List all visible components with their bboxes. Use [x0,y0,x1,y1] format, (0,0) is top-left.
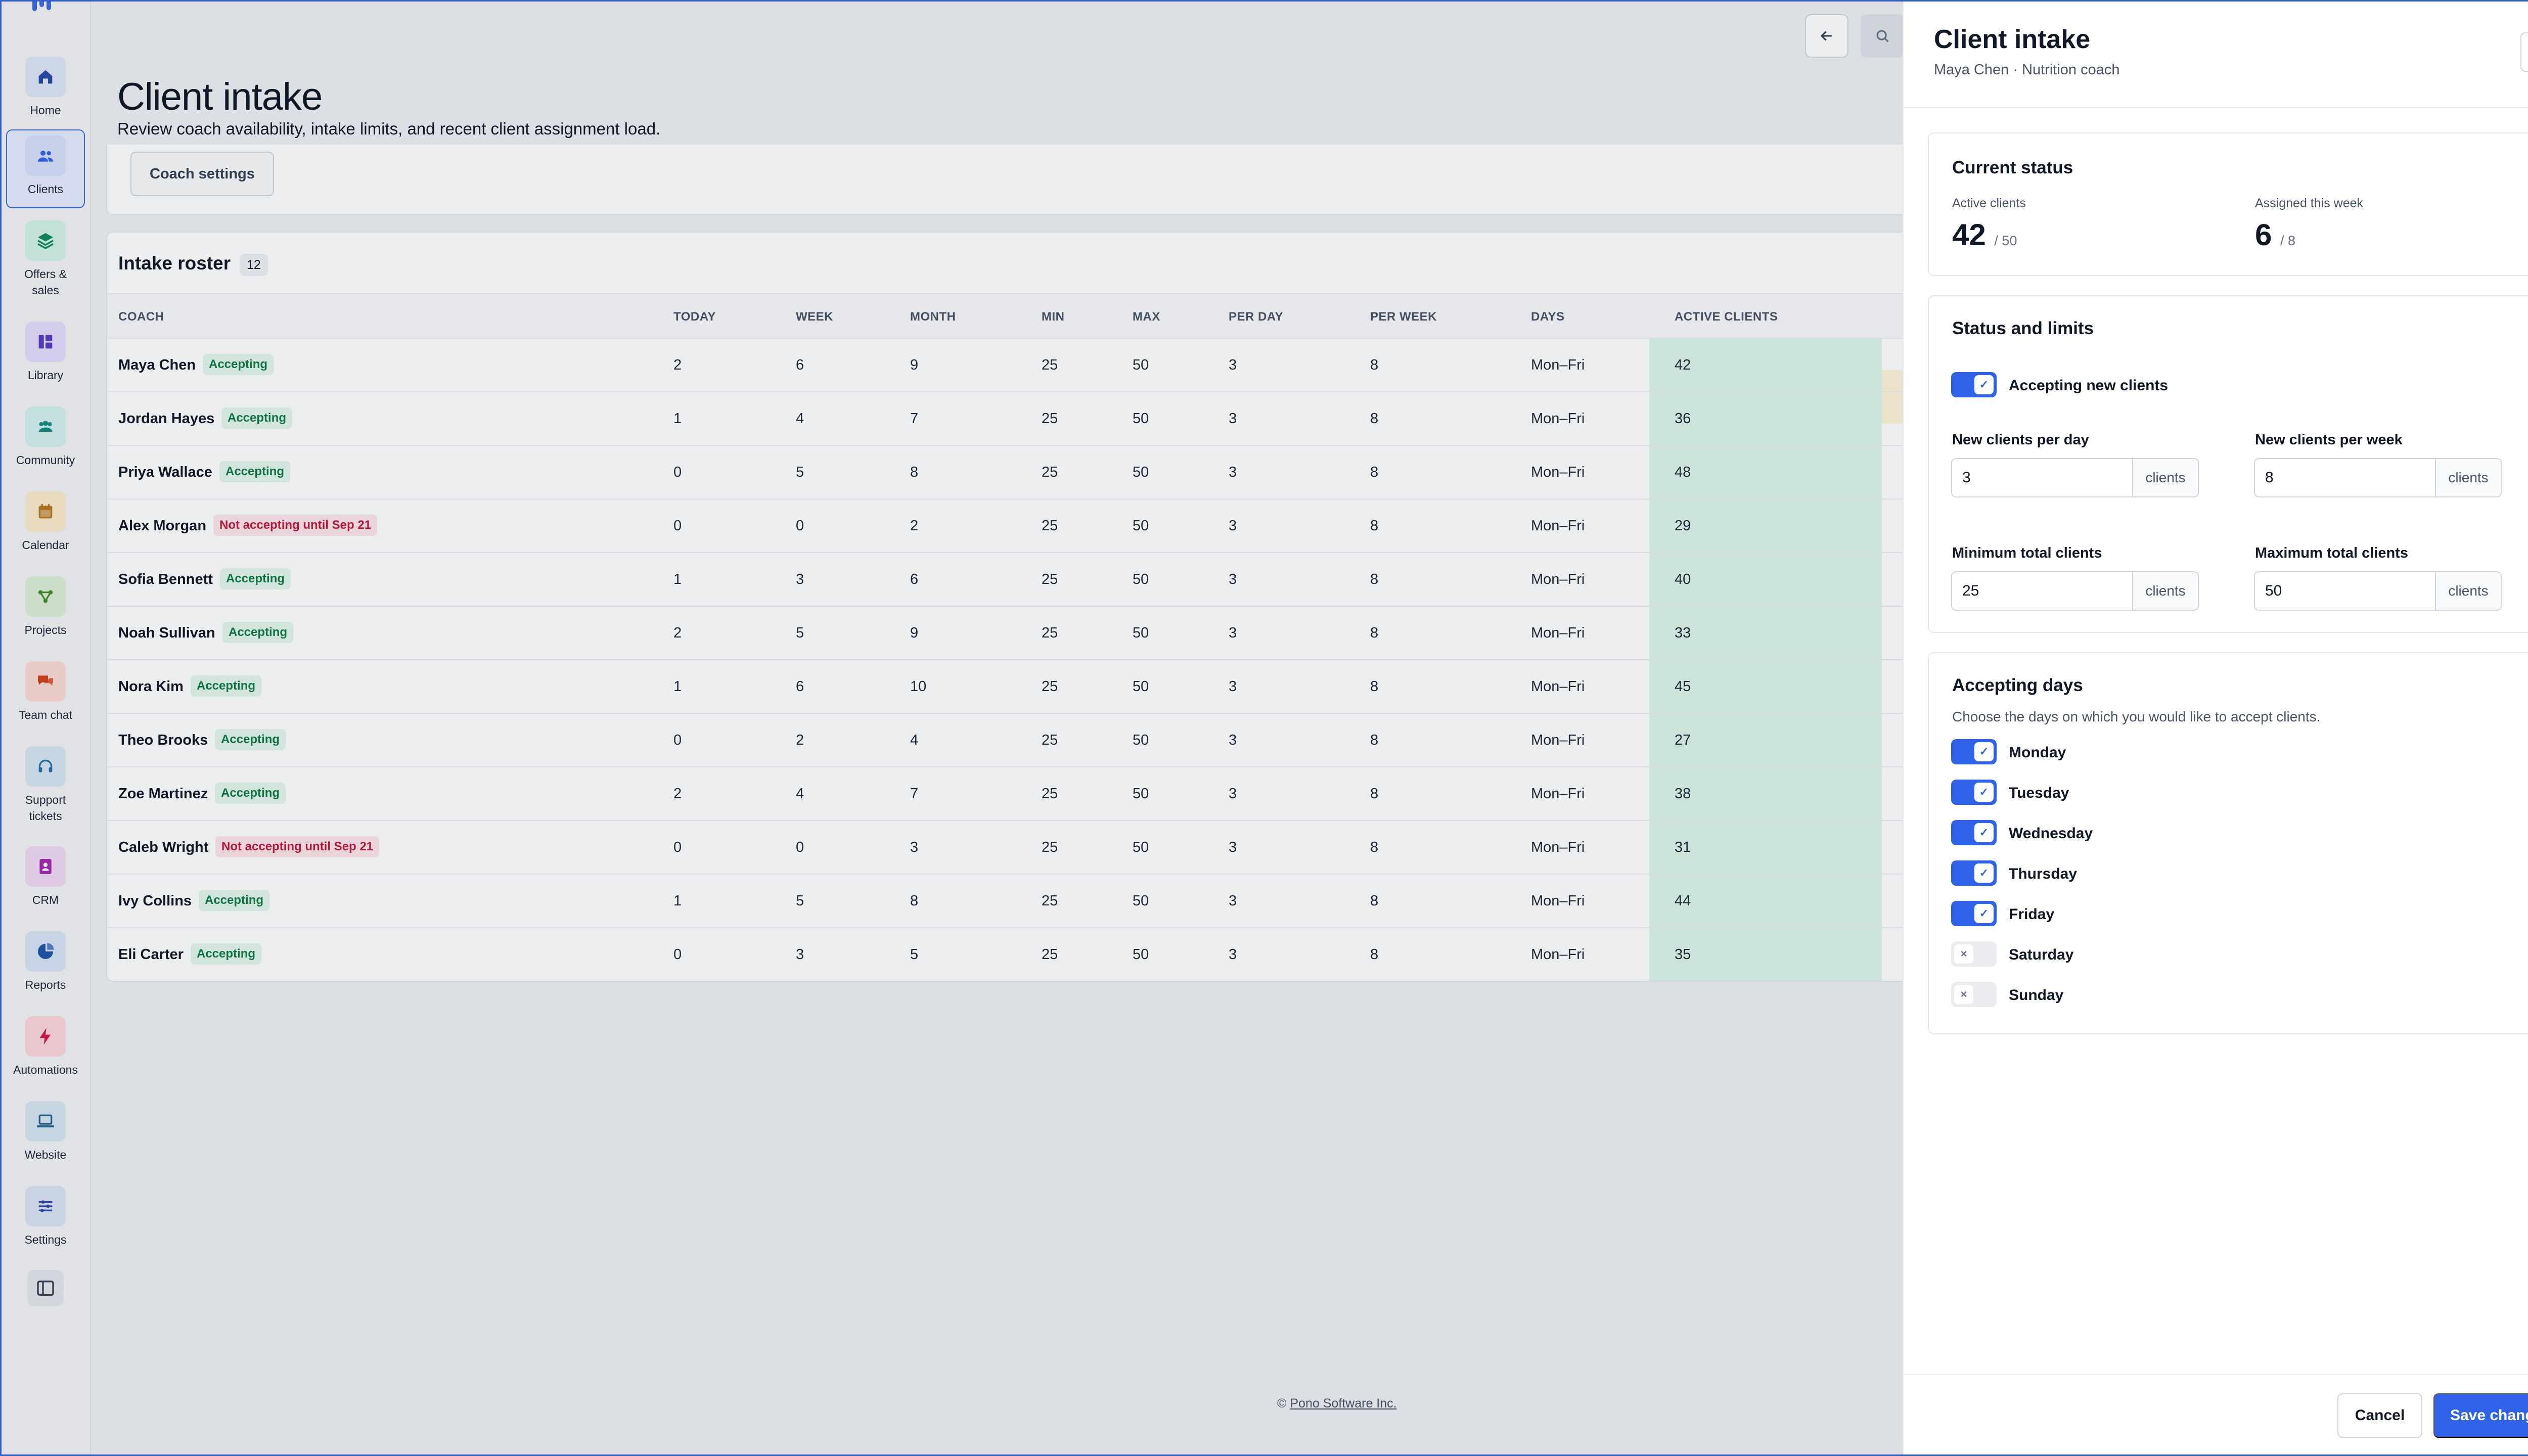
max-clients-label: Maximum total clients [2255,545,2408,561]
check-icon: ✓ [1974,783,1994,802]
per-week-unit: clients [2435,459,2501,496]
modal-backdrop[interactable] [0,0,1903,1456]
current-status-card: Current status Active clients 42 / 50 As… [1928,132,2528,276]
check-icon: ✓ [1974,823,1994,842]
day-label: Sunday [2009,987,2064,1004]
close-button[interactable] [2520,32,2528,72]
min-clients-input[interactable] [1952,572,2132,610]
per-week-input[interactable] [2255,459,2435,496]
accepting-new-clients-toggle[interactable]: ✓ [1951,372,1997,397]
save-changes-button[interactable]: Save changes [2433,1393,2528,1438]
day-toggle-thursday[interactable]: ✓ [1951,860,1997,886]
assigned-week-max: / 8 [2280,233,2296,248]
status-limits-card: Status and limits ✓ Accepting new client… [1928,295,2528,633]
per-day-field[interactable]: clients [1951,458,2199,497]
day-label: Wednesday [2009,825,2093,842]
status-limits-heading: Status and limits [1952,318,2094,338]
check-icon: ✓ [1974,742,1994,761]
active-clients-value: 42 / 50 [1952,217,2017,252]
panel-header-divider [1904,107,2528,108]
client-intake-panel: Client intake Maya Chen · Nutrition coac… [1903,0,2528,1456]
per-week-label: New clients per week [2255,432,2403,448]
per-day-input[interactable] [1952,459,2132,496]
assigned-week-value: 6 / 8 [2255,217,2295,252]
panel-footer-divider [1904,1374,2528,1375]
assigned-week-count: 6 [2255,218,2272,252]
day-label: Friday [2009,906,2055,923]
x-icon: × [1954,985,1973,1004]
accepting-days-card: Accepting days Choose the days on which … [1928,652,2528,1034]
max-clients-input[interactable] [2255,572,2435,610]
active-clients-label: Active clients [1952,196,2026,210]
check-icon: ✓ [1974,375,1994,394]
per-day-unit: clients [2132,459,2198,496]
accepting-days-hint: Choose the days on which you would like … [1952,709,2321,724]
day-toggle-sunday[interactable]: × [1951,982,1997,1007]
accepting-days-heading: Accepting days [1952,675,2083,695]
x-icon: × [1954,944,1973,964]
per-day-label: New clients per day [1952,432,2089,448]
max-clients-unit: clients [2435,572,2501,610]
day-toggle-monday[interactable]: ✓ [1951,739,1997,764]
active-clients-count: 42 [1952,218,1986,252]
active-clients-max: / 50 [1994,233,2017,248]
day-toggle-wednesday[interactable]: ✓ [1951,820,1997,845]
accepting-new-clients-label: Accepting new clients [2009,377,2169,394]
day-label: Saturday [2009,946,2074,963]
day-toggle-saturday[interactable]: × [1951,941,1997,967]
min-clients-unit: clients [2132,572,2198,610]
panel-subtitle: Maya Chen · Nutrition coach [1934,62,2120,78]
day-toggle-tuesday[interactable]: ✓ [1951,780,1997,805]
current-status-heading: Current status [1952,158,2073,177]
min-clients-label: Minimum total clients [1952,545,2102,561]
check-icon: ✓ [1974,904,1994,923]
max-clients-field[interactable]: clients [2254,571,2502,611]
min-clients-field[interactable]: clients [1951,571,2199,611]
assigned-week-label: Assigned this week [2255,196,2364,210]
day-label: Monday [2009,744,2066,761]
cancel-button[interactable]: Cancel [2337,1393,2422,1438]
check-icon: ✓ [1974,863,1994,883]
day-label: Thursday [2009,866,2078,882]
per-week-field[interactable]: clients [2254,458,2502,497]
panel-title: Client intake [1934,25,2091,54]
day-label: Tuesday [2009,785,2069,801]
day-toggle-friday[interactable]: ✓ [1951,901,1997,926]
